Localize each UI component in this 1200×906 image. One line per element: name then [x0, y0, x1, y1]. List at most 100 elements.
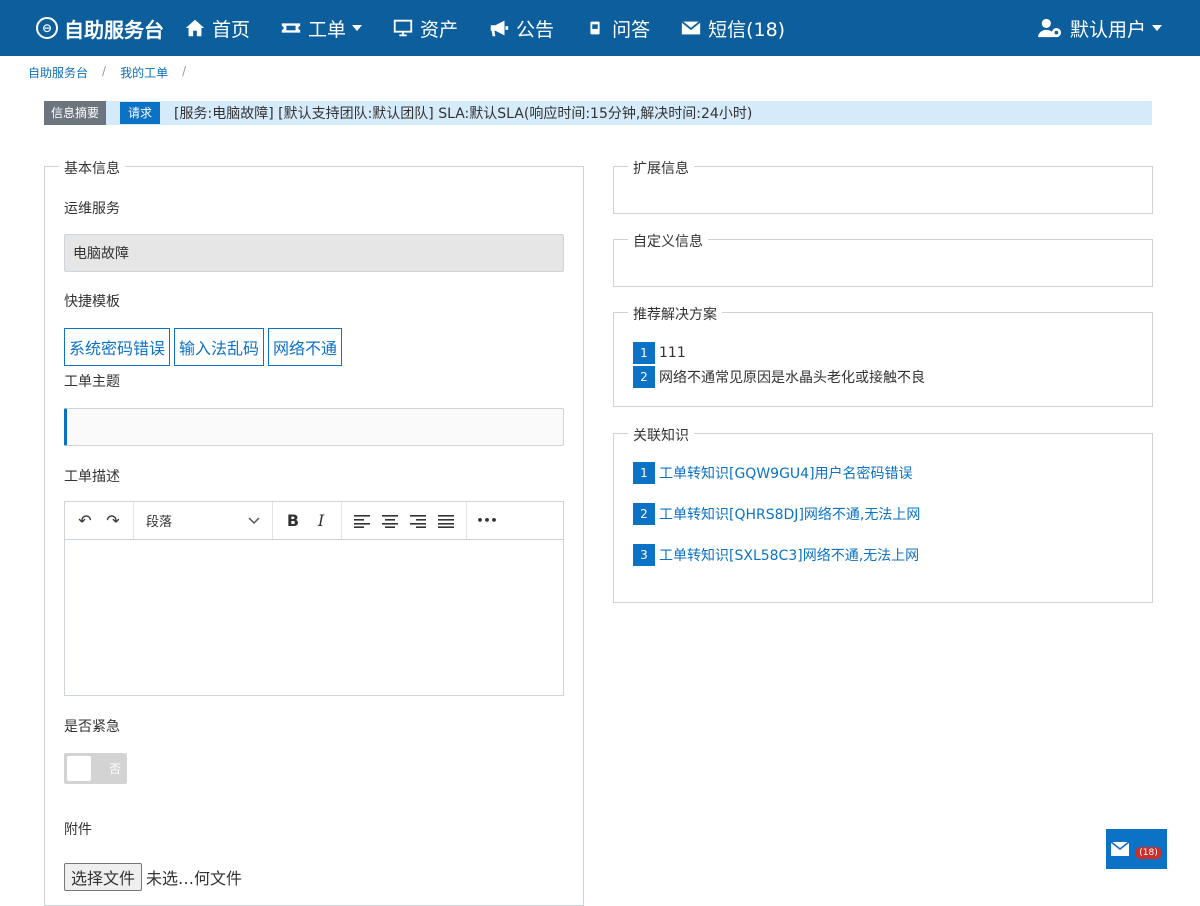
- user-menu[interactable]: 默认用户: [1038, 0, 1162, 56]
- monitor-icon: [393, 19, 413, 37]
- summary-bar: 信息摘要 请求 [服务:电脑故障] [默认支持团队:默认团队] SLA:默认SL…: [44, 101, 1152, 125]
- list-item[interactable]: 1 111: [633, 341, 925, 365]
- choose-file-button[interactable]: 选择文件: [64, 863, 143, 891]
- urgent-toggle[interactable]: 否: [64, 753, 127, 784]
- chevron-down-icon: [352, 25, 363, 31]
- megaphone-icon: [490, 20, 509, 37]
- file-input: 选择文件 未选…何文件: [64, 863, 242, 891]
- file-status: 未选…何文件: [146, 869, 243, 888]
- toolbar-block-group: 段落: [134, 502, 273, 539]
- solution-text: 111: [659, 345, 686, 361]
- toggle-state-text: 否: [108, 762, 121, 776]
- nav-item-assets[interactable]: 资产: [392, 15, 458, 42]
- service-label: 运维服务: [64, 201, 120, 217]
- floating-messages-button[interactable]: (18): [1106, 829, 1167, 869]
- basic-info-section: 基本信息 运维服务 电脑故障 快捷模板 系统密码错误 输入法乱码 网络不通 工单…: [44, 158, 584, 906]
- summary-tag: 信息摘要: [44, 101, 107, 125]
- knowledge-text: 工单转知识[SXL58C3]网络不通,无法上网: [659, 548, 920, 564]
- description-label: 工单描述: [64, 469, 120, 485]
- redo-icon[interactable]: ↷: [99, 507, 127, 535]
- number-badge: 2: [633, 503, 655, 525]
- service-field: 电脑故障: [64, 234, 564, 272]
- nav-item-qa[interactable]: 问答: [584, 15, 650, 42]
- number-badge: 1: [633, 462, 655, 484]
- section-legend: 基本信息: [59, 158, 125, 178]
- subject-label: 工单主题: [64, 374, 120, 390]
- message-count-badge: (18): [1135, 847, 1162, 859]
- summary-text: [服务:电脑故障] [默认支持团队:默认团队] SLA:默认SLA(响应时间:1…: [174, 106, 753, 122]
- home-icon: [185, 19, 205, 37]
- nav-item-label: 资产: [420, 18, 459, 41]
- qa-icon: [590, 21, 600, 35]
- nav-item-tickets[interactable]: 工单: [280, 15, 363, 42]
- top-navbar: ⊖ 自助服务台 首页 工单 资产 公告 问答 短信(18) 默认用户: [0, 0, 1200, 56]
- italic-icon[interactable]: I: [307, 507, 335, 535]
- knowledge-link[interactable]: 3 工单转知识[SXL58C3]网络不通,无法上网: [633, 543, 920, 567]
- template-buttons: 系统密码错误 输入法乱码 网络不通: [64, 328, 346, 366]
- toolbar-align-group: [342, 502, 467, 539]
- extended-info-section: 扩展信息: [613, 158, 1153, 214]
- chevron-down-icon: [248, 516, 260, 524]
- nav-item-messages[interactable]: 短信(18): [680, 15, 785, 42]
- template-button-ime[interactable]: 输入法乱码: [174, 328, 265, 366]
- more-icon[interactable]: •••: [473, 507, 501, 535]
- align-left-icon[interactable]: [348, 507, 376, 535]
- breadcrumb-separator: /: [182, 64, 187, 78]
- knowledge-link[interactable]: 1 工单转知识[GQW9GU4]用户名密码错误: [633, 461, 920, 485]
- knowledge-text: 工单转知识[QHRS8DJ]网络不通,无法上网: [659, 507, 921, 523]
- knowledge-text: 工单转知识[GQW9GU4]用户名密码错误: [659, 466, 913, 482]
- number-badge: 2: [633, 366, 655, 388]
- template-label: 快捷模板: [64, 294, 120, 310]
- align-justify-icon[interactable]: [432, 507, 460, 535]
- number-badge: 1: [633, 342, 655, 364]
- section-legend: 扩展信息: [628, 158, 694, 178]
- nav-item-home[interactable]: 首页: [184, 15, 250, 42]
- bold-icon[interactable]: B: [279, 507, 307, 535]
- align-center-icon[interactable]: [376, 507, 404, 535]
- description-editor: ↶ ↷ 段落 B I •••: [64, 501, 564, 696]
- section-legend: 推荐解决方案: [628, 304, 722, 324]
- brand-title: 自助服务台: [64, 17, 164, 42]
- knowledge-link[interactable]: 2 工单转知识[QHRS8DJ]网络不通,无法上网: [633, 502, 920, 526]
- subject-input[interactable]: [64, 408, 564, 446]
- list-item[interactable]: 2 网络不通常见原因是水晶头老化或接触不良: [633, 365, 925, 389]
- template-button-password[interactable]: 系统密码错误: [64, 328, 171, 366]
- number-badge: 3: [633, 544, 655, 566]
- breadcrumb-separator: /: [102, 64, 107, 78]
- urgent-label: 是否紧急: [64, 719, 120, 735]
- section-legend: 自定义信息: [628, 231, 708, 251]
- chevron-down-icon: [1152, 25, 1162, 31]
- brand[interactable]: ⊖ 自助服务台: [36, 14, 164, 43]
- undo-icon[interactable]: ↶: [71, 507, 99, 535]
- toggle-knob: [67, 756, 91, 781]
- nav-item-announcements[interactable]: 公告: [488, 15, 554, 42]
- toolbar-more-group: •••: [467, 502, 507, 539]
- custom-info-section: 自定义信息: [613, 231, 1153, 287]
- user-gear-icon: [1038, 18, 1061, 38]
- brand-logo-icon: ⊖: [36, 17, 58, 39]
- align-right-icon[interactable]: [404, 507, 432, 535]
- recommended-solutions-section: 推荐解决方案 1 111 2 网络不通常见原因是水晶头老化或接触不良: [613, 304, 1153, 407]
- paragraph-select[interactable]: 段落: [140, 511, 266, 530]
- attachment-label: 附件: [64, 822, 92, 838]
- editor-toolbar: ↶ ↷ 段落 B I •••: [65, 502, 563, 540]
- nav-item-label: 工单: [308, 18, 347, 41]
- ticket-icon: [281, 23, 301, 33]
- nav-item-label: 问答: [612, 18, 651, 41]
- request-type-badge: 请求: [120, 102, 161, 124]
- nav-item-label: 首页: [212, 18, 251, 41]
- template-button-network[interactable]: 网络不通: [268, 328, 343, 366]
- toolbar-history-group: ↶ ↷: [65, 502, 134, 539]
- solution-list: 1 111 2 网络不通常见原因是水晶头老化或接触不良: [633, 341, 925, 389]
- knowledge-list: 1 工单转知识[GQW9GU4]用户名密码错误 2 工单转知识[QHRS8DJ]…: [633, 461, 920, 584]
- section-legend: 关联知识: [628, 425, 694, 445]
- breadcrumb-item-home[interactable]: 自助服务台: [28, 64, 88, 81]
- breadcrumb-item-my-tickets[interactable]: 我的工单: [120, 64, 168, 81]
- envelope-icon: [1111, 842, 1130, 856]
- user-name: 默认用户: [1069, 18, 1146, 41]
- solution-text: 网络不通常见原因是水晶头老化或接触不良: [659, 370, 925, 386]
- envelope-icon: [681, 20, 701, 35]
- editor-content-area[interactable]: [65, 540, 563, 695]
- nav-item-label: 公告: [516, 18, 555, 41]
- related-knowledge-section: 关联知识 1 工单转知识[GQW9GU4]用户名密码错误 2 工单转知识[QHR…: [613, 425, 1153, 603]
